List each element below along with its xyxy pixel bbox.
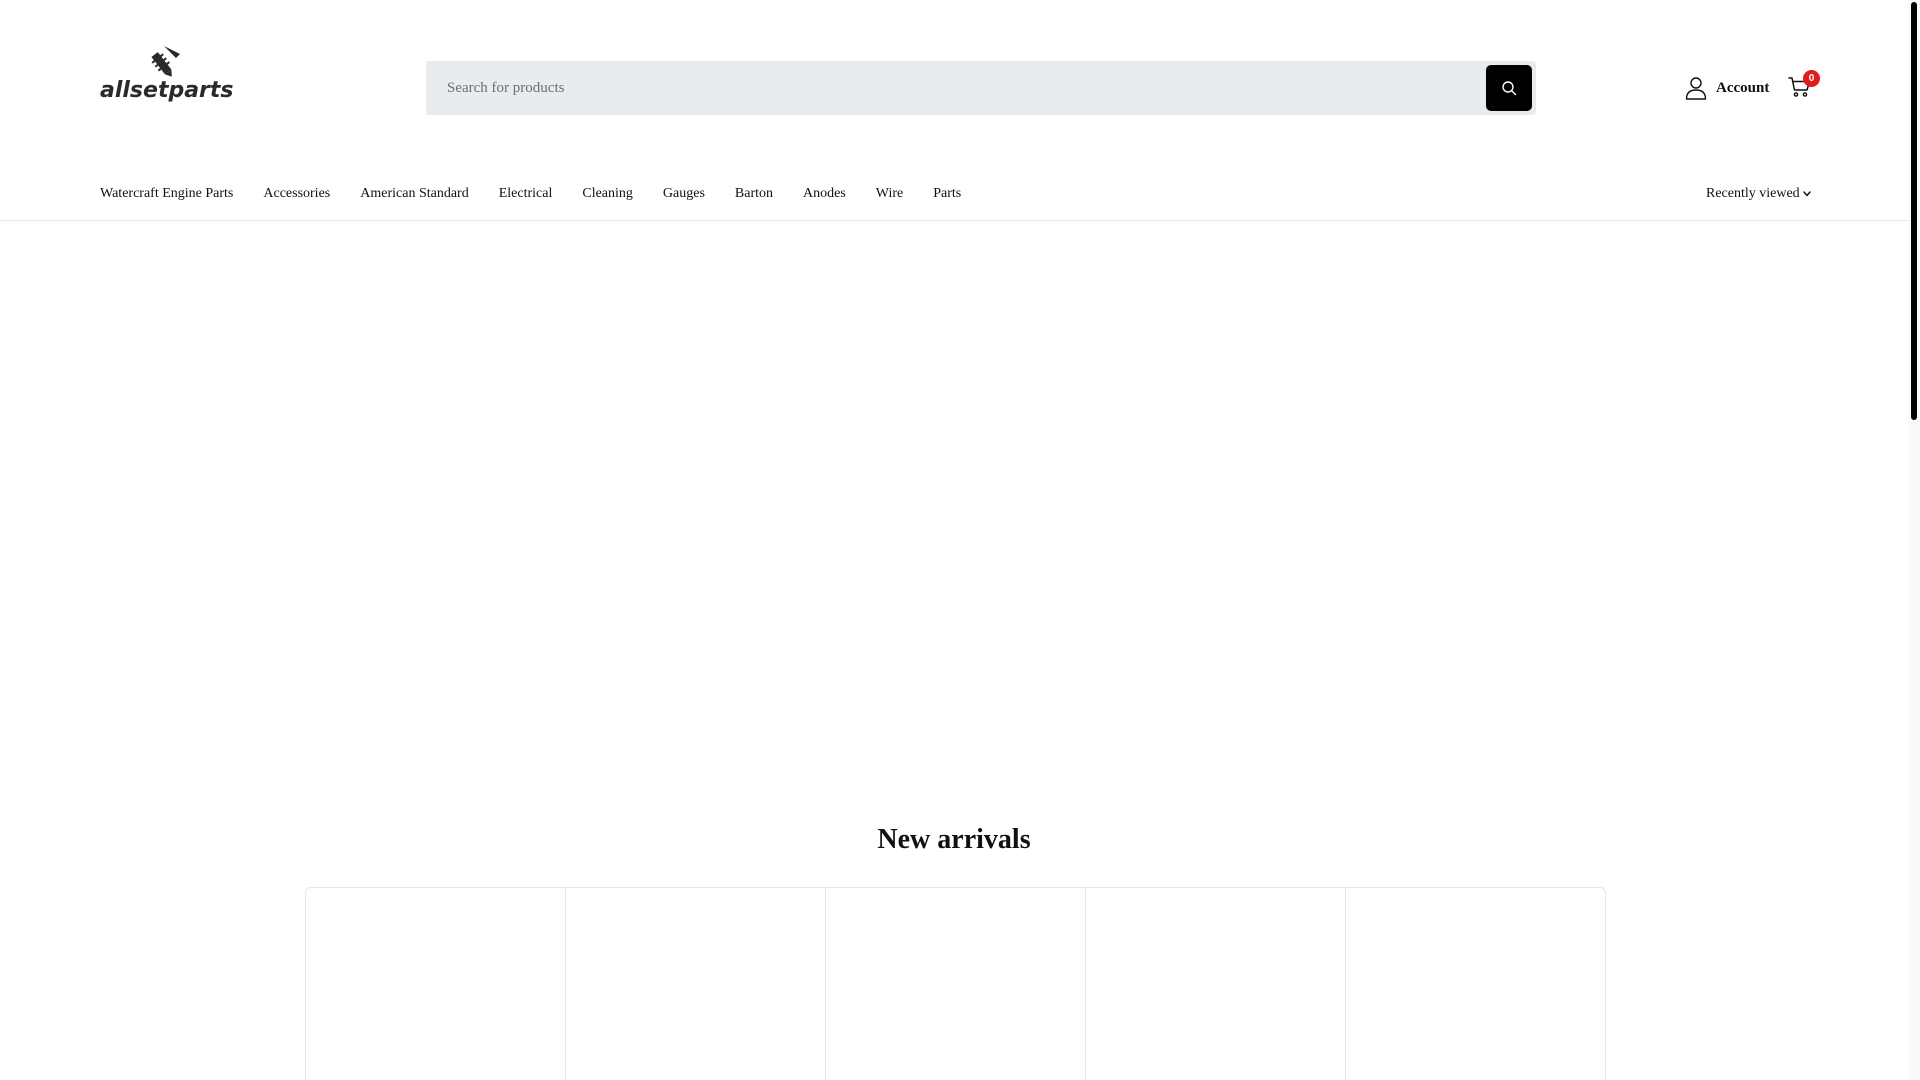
site-header: allsetparts Account — [0, 0, 1908, 221]
search-input[interactable] — [426, 61, 1466, 115]
logo-text: allsetparts — [100, 78, 234, 103]
account-link[interactable]: Account — [1685, 76, 1769, 100]
search-bar — [426, 61, 1536, 115]
nav-item-american-standard[interactable]: American Standard — [360, 184, 468, 204]
nav-item-watercraft-engine-parts[interactable]: Watercraft Engine Parts — [100, 184, 233, 204]
product-card[interactable] — [566, 888, 826, 1080]
nav-item-gauges[interactable]: Gauges — [663, 184, 705, 204]
chevron-down-icon — [1802, 191, 1811, 197]
page: allsetparts Account — [0, 0, 1920, 1080]
recently-viewed-label: Recently viewed — [1706, 186, 1800, 201]
page-scrollbar[interactable] — [1908, 0, 1920, 1080]
product-card[interactable] — [306, 888, 566, 1080]
main-nav: Watercraft Engine Parts Accessories Amer… — [100, 184, 991, 204]
product-card[interactable] — [1086, 888, 1346, 1080]
nav-item-electrical[interactable]: Electrical — [499, 184, 553, 204]
nav-item-cleaning[interactable]: Cleaning — [582, 184, 633, 204]
scrollbar-thumb[interactable] — [1911, 2, 1917, 420]
nav-item-wire[interactable]: Wire — [876, 184, 903, 204]
screw-logo-icon — [151, 46, 180, 77]
account-label: Account — [1716, 79, 1770, 96]
logo-link[interactable]: allsetparts — [100, 44, 234, 106]
nav-item-accessories[interactable]: Accessories — [263, 184, 330, 204]
search-icon — [1502, 81, 1517, 96]
recently-viewed-dropdown[interactable]: Recently viewed — [1706, 184, 1811, 204]
nav-item-barton[interactable]: Barton — [735, 184, 773, 204]
product-card[interactable] — [1346, 888, 1605, 1080]
nav-item-anodes[interactable]: Anodes — [803, 184, 846, 204]
product-grid — [305, 887, 1606, 1080]
nav-item-parts[interactable]: Parts — [933, 184, 961, 204]
user-icon — [1685, 77, 1707, 100]
section-title-new-arrivals: New arrivals — [877, 824, 1031, 855]
product-card[interactable] — [826, 888, 1086, 1080]
search-button[interactable] — [1486, 65, 1532, 111]
cart-count-badge: 0 — [1803, 70, 1820, 87]
